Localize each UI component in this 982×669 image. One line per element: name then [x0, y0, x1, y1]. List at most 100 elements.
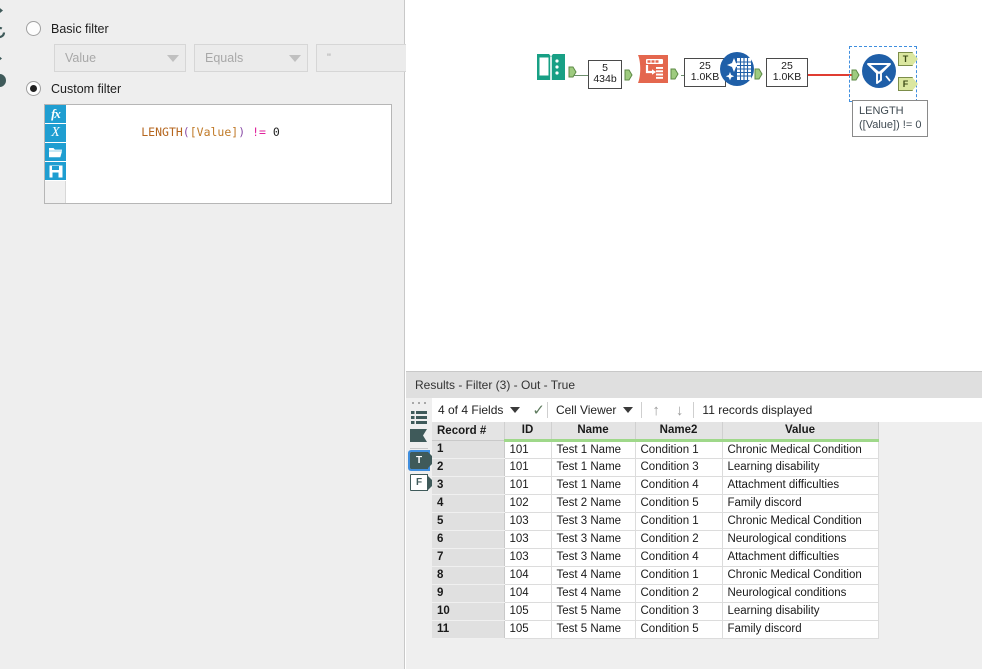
variable-icon[interactable]: X [45, 124, 66, 143]
table-cell[interactable]: Condition 1 [635, 566, 723, 585]
table-cell[interactable]: Attachment difficulties [722, 548, 879, 567]
row-record-number[interactable]: 1 [432, 440, 505, 459]
checkmark-icon[interactable]: ✓ [532, 401, 545, 419]
table-cell[interactable]: Learning disability [722, 458, 879, 477]
row-record-number[interactable]: 9 [432, 584, 505, 603]
row-record-number[interactable]: 5 [432, 512, 505, 531]
table-cell[interactable]: Test 3 Name [551, 548, 636, 567]
table-cell[interactable]: Learning disability [722, 602, 879, 621]
row-record-number[interactable]: 11 [432, 620, 505, 639]
filter-true-output[interactable]: T [898, 52, 918, 66]
custom-filter-radio[interactable] [26, 81, 41, 96]
table-cell[interactable]: Chronic Medical Condition [722, 566, 879, 585]
table-row[interactable]: 5 103 Test 3 Name Condition 1 Chronic Medica… [432, 512, 879, 531]
table-cell[interactable]: 101 [504, 458, 552, 477]
output-anchor[interactable] [754, 68, 763, 80]
refresh-icon[interactable] [0, 24, 8, 41]
table-cell[interactable]: 103 [504, 548, 552, 567]
output-anchor[interactable] [670, 68, 679, 80]
row-record-number[interactable]: 7 [432, 548, 505, 567]
table-cell[interactable]: Test 5 Name [551, 620, 636, 639]
table-row[interactable]: 6 103 Test 3 Name Condition 2 Neurological c… [432, 530, 879, 549]
table-cell[interactable]: Chronic Medical Condition [722, 440, 879, 459]
table-cell[interactable]: Condition 4 [635, 476, 723, 495]
output-anchor[interactable] [568, 66, 577, 78]
row-record-number[interactable]: 4 [432, 494, 505, 513]
table-cell[interactable]: Condition 5 [635, 620, 723, 639]
chevron-right-icon[interactable] [0, 50, 8, 67]
sort-up-icon[interactable]: ↑ [644, 402, 668, 419]
table-cell[interactable]: Neurological conditions [722, 530, 879, 549]
table-cell[interactable]: Condition 2 [635, 530, 723, 549]
table-cell[interactable]: Condition 5 [635, 494, 723, 513]
row-record-number[interactable]: 2 [432, 458, 505, 477]
table-cell[interactable]: 103 [504, 530, 552, 549]
expression-text[interactable]: LENGTH([Value]) != 0 [66, 105, 391, 203]
custom-filter-expression-editor[interactable]: fx X LENGTH([Value]) != 0 [44, 104, 392, 204]
open-folder-icon[interactable] [45, 143, 66, 162]
table-cell[interactable]: Family discord [722, 620, 879, 639]
chevron-right-icon[interactable] [0, 2, 8, 19]
column-header-id[interactable]: ID [504, 422, 552, 442]
table-cell[interactable]: Condition 4 [635, 548, 723, 567]
table-cell[interactable]: Test 4 Name [551, 566, 636, 585]
table-cell[interactable]: Test 3 Name [551, 530, 636, 549]
results-anchor-false[interactable]: F [410, 474, 435, 491]
row-record-number[interactable]: 10 [432, 602, 505, 621]
fields-selector[interactable]: 4 of 4 Fields [432, 398, 526, 422]
table-row[interactable]: 3 101 Test 1 Name Condition 4 Attachment dif… [432, 476, 879, 495]
column-header-name[interactable]: Name [551, 422, 636, 442]
node-annotation[interactable]: LENGTH ([Value]) != 0 [852, 100, 929, 137]
table-cell[interactable]: 103 [504, 512, 552, 531]
table-cell[interactable]: Neurological conditions [722, 584, 879, 603]
table-row[interactable]: 7 103 Test 3 Name Condition 4 Attachment dif… [432, 548, 879, 567]
fx-icon[interactable]: fx [45, 105, 66, 124]
results-grid[interactable]: Record # ID Name Name2 Value 1 101 Test 1 … [432, 422, 982, 669]
save-icon[interactable] [45, 162, 66, 181]
table-cell[interactable]: Test 1 Name [551, 458, 636, 477]
column-header-record[interactable]: Record # [432, 422, 505, 441]
table-cell[interactable]: 101 [504, 440, 552, 459]
table-row[interactable]: 4 102 Test 2 Name Condition 5 Family discord [432, 494, 879, 513]
results-anchor-true[interactable]: T [408, 450, 436, 471]
drag-handle-dots[interactable] [412, 402, 426, 407]
table-row[interactable]: 1 101 Test 1 Name Condition 1 Chronic Medica… [432, 440, 879, 459]
table-cell[interactable]: 102 [504, 494, 552, 513]
basic-filter-radio-row[interactable]: Basic filter [26, 21, 109, 36]
basic-filter-radio[interactable] [26, 21, 41, 36]
table-cell[interactable]: Test 2 Name [551, 494, 636, 513]
table-cell[interactable]: 105 [504, 602, 552, 621]
table-cell[interactable]: Condition 1 [635, 512, 723, 531]
custom-filter-radio-row[interactable]: Custom filter [26, 81, 121, 96]
table-row[interactable]: 11 105 Test 5 Name Condition 5 Family discor… [432, 620, 879, 639]
table-row[interactable]: 10 105 Test 5 Name Condition 3 Learning disa… [432, 602, 879, 621]
table-cell[interactable]: 104 [504, 566, 552, 585]
table-row[interactable]: 9 104 Test 4 Name Condition 2 Neurological c… [432, 584, 879, 603]
circle-icon[interactable] [0, 72, 8, 89]
operator-dropdown[interactable]: Equals [194, 44, 308, 72]
table-cell[interactable]: Test 5 Name [551, 602, 636, 621]
table-row[interactable]: 8 104 Test 4 Name Condition 1 Chronic Medica… [432, 566, 879, 585]
table-cell[interactable]: Test 3 Name [551, 512, 636, 531]
sort-down-icon[interactable]: ↓ [668, 402, 692, 419]
table-cell[interactable]: Test 1 Name [551, 440, 636, 459]
results-list-icon[interactable] [410, 410, 428, 425]
row-record-number[interactable]: 6 [432, 530, 505, 549]
column-header-value[interactable]: Value [722, 422, 879, 442]
table-cell[interactable]: Attachment difficulties [722, 476, 879, 495]
table-cell[interactable]: Condition 3 [635, 458, 723, 477]
viewer-mode-dropdown[interactable]: Cell Viewer [550, 398, 639, 422]
input-anchor-1[interactable] [624, 69, 633, 81]
table-cell[interactable]: Condition 3 [635, 602, 723, 621]
row-record-number[interactable]: 8 [432, 566, 505, 585]
table-cell[interactable]: Condition 1 [635, 440, 723, 459]
field-dropdown[interactable]: Value [54, 44, 186, 72]
table-cell[interactable]: Test 1 Name [551, 476, 636, 495]
filter-false-output[interactable]: F [898, 77, 918, 91]
table-cell[interactable]: 104 [504, 584, 552, 603]
row-record-number[interactable]: 3 [432, 476, 505, 495]
table-cell[interactable]: Chronic Medical Condition [722, 512, 879, 531]
table-cell[interactable]: Family discord [722, 494, 879, 513]
table-cell[interactable]: Test 4 Name [551, 584, 636, 603]
workflow-canvas[interactable]: 5 434b 25 1.0KB 25 1.0KB T F LENGTH ([Va… [406, 0, 982, 371]
